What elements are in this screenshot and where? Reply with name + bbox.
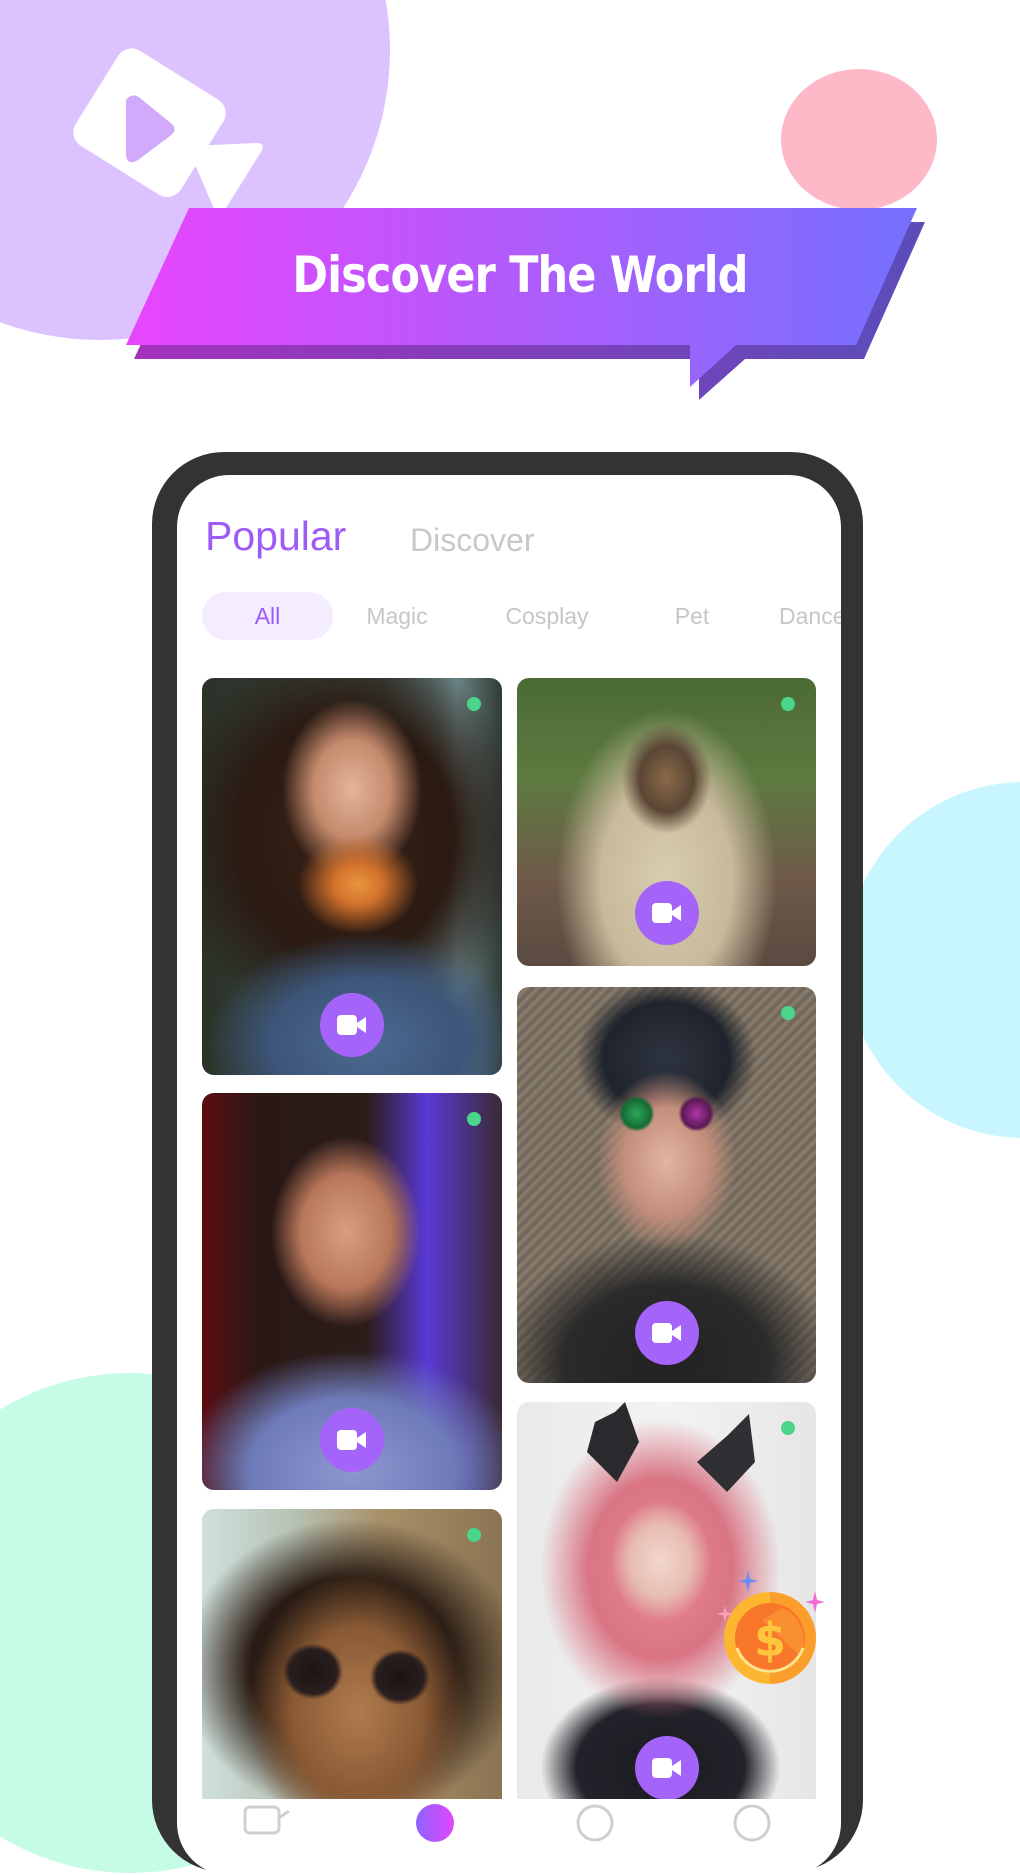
nav-profile-circle-icon[interactable] xyxy=(732,1803,772,1843)
video-call-button[interactable] xyxy=(634,881,699,945)
video-camera-icon xyxy=(651,1323,681,1343)
online-status-dot xyxy=(781,1421,795,1435)
promo-banner xyxy=(126,208,925,400)
tab-discover[interactable]: Discover xyxy=(410,524,534,556)
category-chip-pet[interactable]: Pet xyxy=(652,592,732,640)
video-call-button[interactable] xyxy=(320,993,384,1057)
online-status-dot xyxy=(781,1006,795,1020)
nav-gradient-circle-icon[interactable] xyxy=(415,1803,455,1843)
video-camera-icon xyxy=(337,1430,366,1450)
video-camera-icon xyxy=(651,903,681,923)
online-status-dot xyxy=(467,1112,481,1126)
feed-card[interactable] xyxy=(202,678,502,1075)
decor-cyan-circle xyxy=(846,782,1020,1138)
nav-chat-circle-icon[interactable] xyxy=(575,1803,615,1843)
feed-card[interactable] xyxy=(517,987,816,1383)
online-status-dot xyxy=(467,697,481,711)
banner-title: Discover The World xyxy=(292,246,748,304)
feed-card[interactable] xyxy=(202,1509,502,1799)
sparkle-blue-icon xyxy=(738,1570,758,1592)
video-call-button[interactable] xyxy=(634,1736,699,1799)
feed-card[interactable] xyxy=(517,678,816,966)
photo-woman-with-sunglasses xyxy=(202,1509,502,1799)
category-chip-magic[interactable]: Magic xyxy=(342,592,452,640)
video-camera-icon xyxy=(651,1758,681,1778)
sparkle-pink-icon xyxy=(805,1591,825,1613)
category-chip-all[interactable]: All xyxy=(202,592,333,640)
category-chip-cosplay[interactable]: Cosplay xyxy=(482,592,612,640)
nav-video-camera-outline-icon[interactable] xyxy=(243,1805,291,1835)
video-call-button[interactable] xyxy=(320,1408,384,1472)
svg-text:$: $ xyxy=(754,1613,786,1667)
online-status-dot xyxy=(781,697,795,711)
tab-popular[interactable]: Popular xyxy=(205,516,346,557)
category-chip-dance[interactable]: Dance xyxy=(779,592,841,640)
video-call-button[interactable] xyxy=(634,1301,699,1365)
feed-card[interactable] xyxy=(202,1093,502,1490)
video-camera-icon xyxy=(337,1015,366,1035)
online-status-dot xyxy=(467,1528,481,1542)
gold-coin-icon[interactable]: $ xyxy=(722,1590,818,1686)
sparkle-light-pink-icon xyxy=(717,1605,733,1623)
photo-horns-detail xyxy=(587,1402,755,1492)
